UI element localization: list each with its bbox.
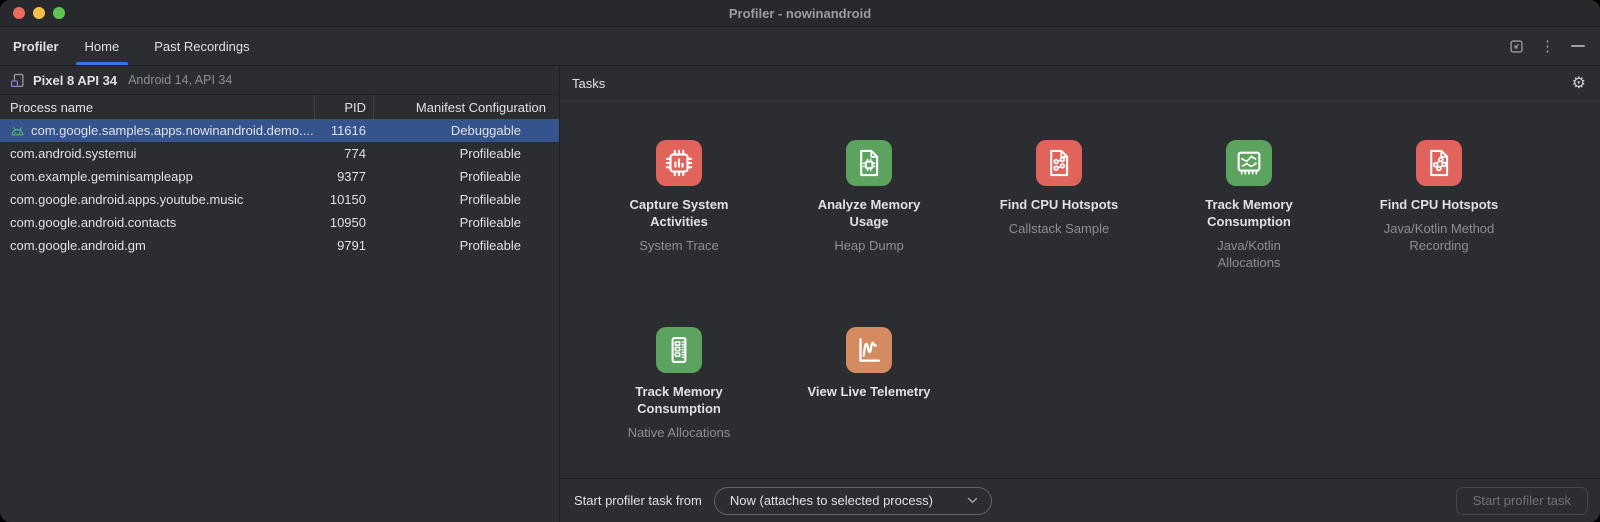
- task-card-ram-circuit[interactable]: Track Memory Consumption Java/Kotlin All…: [1154, 140, 1344, 327]
- chevron-down-icon: [967, 497, 978, 504]
- tab-bar-actions: ⋮: [1509, 27, 1600, 65]
- ram-stick-icon: [656, 327, 702, 373]
- settings-gear-icon[interactable]: ⚙: [1572, 76, 1586, 92]
- task-subtitle: Callstack Sample: [1009, 220, 1109, 237]
- process-name: com.google.android.apps.youtube.music: [10, 192, 243, 207]
- process-pid: 10150: [314, 192, 373, 207]
- process-table-row[interactable]: com.google.android.contacts 10950 Profil…: [0, 211, 559, 234]
- task-title: Capture System Activities: [608, 196, 750, 230]
- process-name: com.android.systemui: [10, 146, 136, 161]
- task-card-document-chip[interactable]: Analyze Memory Usage Heap Dump: [774, 140, 964, 327]
- process-table-row[interactable]: com.google.android.apps.youtube.music 10…: [0, 188, 559, 211]
- process-manifest-configuration: Profileable: [373, 215, 559, 230]
- process-table-row[interactable]: com.android.systemui 774 Profileable: [0, 142, 559, 165]
- task-title: Track Memory Consumption: [608, 383, 750, 417]
- zoom-window-icon[interactable]: [53, 7, 65, 19]
- tab-bar: Profiler Home Past Recordings ⋮: [0, 27, 1600, 66]
- android-icon: [10, 125, 25, 137]
- process-manifest-configuration: Debuggable: [373, 123, 559, 138]
- process-name: com.google.android.gm: [10, 238, 146, 253]
- open-in-window-icon[interactable]: [1509, 39, 1524, 54]
- process-name: com.example.geminisampleapp: [10, 169, 193, 184]
- task-subtitle: Heap Dump: [834, 237, 903, 254]
- task-card-document-method[interactable]: Find CPU Hotspots Java/Kotlin Method Rec…: [1344, 140, 1534, 327]
- task-subtitle: Native Allocations: [628, 424, 731, 441]
- tasks-title: Tasks: [572, 76, 605, 91]
- traffic-lights: [13, 0, 65, 26]
- device-name: Pixel 8 API 34: [33, 73, 117, 88]
- ram-circuit-icon: [1226, 140, 1272, 186]
- tab-home-label: Home: [85, 39, 120, 54]
- tasks-header: Tasks ⚙: [560, 66, 1600, 102]
- start-task-from-label: Start profiler task from: [574, 493, 702, 508]
- window-title: Profiler - nowinandroid: [729, 6, 871, 21]
- telemetry-chart-icon: [846, 327, 892, 373]
- task-subtitle: Java/Kotlin Method Recording: [1377, 220, 1501, 254]
- task-card-ram-stick[interactable]: Track Memory Consumption Native Allocati…: [584, 327, 774, 478]
- task-title: Analyze Memory Usage: [798, 196, 940, 230]
- tool-window-label: Profiler: [0, 27, 81, 65]
- column-header-process-name[interactable]: Process name: [0, 100, 314, 115]
- process-name: com.google.samples.apps.nowinandroid.dem…: [31, 123, 314, 138]
- task-card-document-callstack[interactable]: Find CPU Hotspots Callstack Sample: [964, 140, 1154, 327]
- process-table-row[interactable]: com.google.android.gm 9791 Profileable: [0, 234, 559, 257]
- more-options-icon[interactable]: ⋮: [1540, 39, 1555, 54]
- task-start-bar: Start profiler task from Now (attaches t…: [560, 478, 1600, 522]
- process-panel: Pixel 8 API 34 Android 14, API 34 Proces…: [0, 66, 560, 522]
- process-manifest-configuration: Profileable: [373, 146, 559, 161]
- task-subtitle: Java/Kotlin Allocations: [1187, 237, 1311, 271]
- process-table-header: Process name PID Manifest Configuration: [0, 95, 559, 119]
- task-title: View Live Telemetry: [807, 383, 930, 400]
- tab-past-recordings-label: Past Recordings: [154, 39, 249, 54]
- process-table-row[interactable]: com.example.geminisampleapp 9377 Profile…: [0, 165, 559, 188]
- process-table-row[interactable]: com.google.samples.apps.nowinandroid.dem…: [0, 119, 559, 142]
- process-pid: 9377: [314, 169, 373, 184]
- process-manifest-configuration: Profileable: [373, 169, 559, 184]
- process-manifest-configuration: Profileable: [373, 192, 559, 207]
- task-title: Find CPU Hotspots: [1000, 196, 1118, 213]
- start-profiler-task-button[interactable]: Start profiler task: [1456, 487, 1588, 515]
- document-chip-icon: [846, 140, 892, 186]
- tab-home[interactable]: Home: [81, 27, 124, 65]
- main-content: Pixel 8 API 34 Android 14, API 34 Proces…: [0, 66, 1600, 522]
- minimize-window-icon[interactable]: [33, 7, 45, 19]
- close-window-icon[interactable]: [13, 7, 25, 19]
- document-callstack-icon: [1036, 140, 1082, 186]
- cpu-activity-icon: [656, 140, 702, 186]
- tasks-panel: Tasks ⚙ Capture System Activities System…: [560, 66, 1600, 522]
- process-pid: 774: [314, 146, 373, 161]
- start-point-dropdown[interactable]: Now (attaches to selected process): [714, 487, 992, 515]
- task-title: Find CPU Hotspots: [1380, 196, 1498, 213]
- title-bar: Profiler - nowinandroid: [0, 0, 1600, 27]
- column-header-pid[interactable]: PID: [314, 95, 373, 119]
- tab-past-recordings[interactable]: Past Recordings: [150, 27, 253, 65]
- device-row[interactable]: Pixel 8 API 34 Android 14, API 34: [0, 66, 559, 95]
- device-detail: Android 14, API 34: [128, 73, 232, 87]
- task-title: Track Memory Consumption: [1178, 196, 1320, 230]
- task-grid: Capture System Activities System Trace A…: [560, 102, 1600, 478]
- column-header-manifest-configuration[interactable]: Manifest Configuration: [373, 95, 559, 119]
- start-point-dropdown-value: Now (attaches to selected process): [730, 493, 967, 508]
- hide-tool-window-icon[interactable]: [1571, 45, 1585, 47]
- task-subtitle: System Trace: [639, 237, 718, 254]
- process-pid: 10950: [314, 215, 373, 230]
- process-pid: 9791: [314, 238, 373, 253]
- task-card-telemetry-chart[interactable]: View Live Telemetry: [774, 327, 964, 478]
- process-table-body: com.google.samples.apps.nowinandroid.dem…: [0, 119, 559, 257]
- process-manifest-configuration: Profileable: [373, 238, 559, 253]
- profiler-window: Profiler - nowinandroid Profiler Home Pa…: [0, 0, 1600, 522]
- task-card-cpu-activity[interactable]: Capture System Activities System Trace: [584, 140, 774, 327]
- document-method-icon: [1416, 140, 1462, 186]
- process-name: com.google.android.contacts: [10, 215, 176, 230]
- process-pid: 11616: [314, 123, 373, 138]
- device-icon: [10, 73, 25, 88]
